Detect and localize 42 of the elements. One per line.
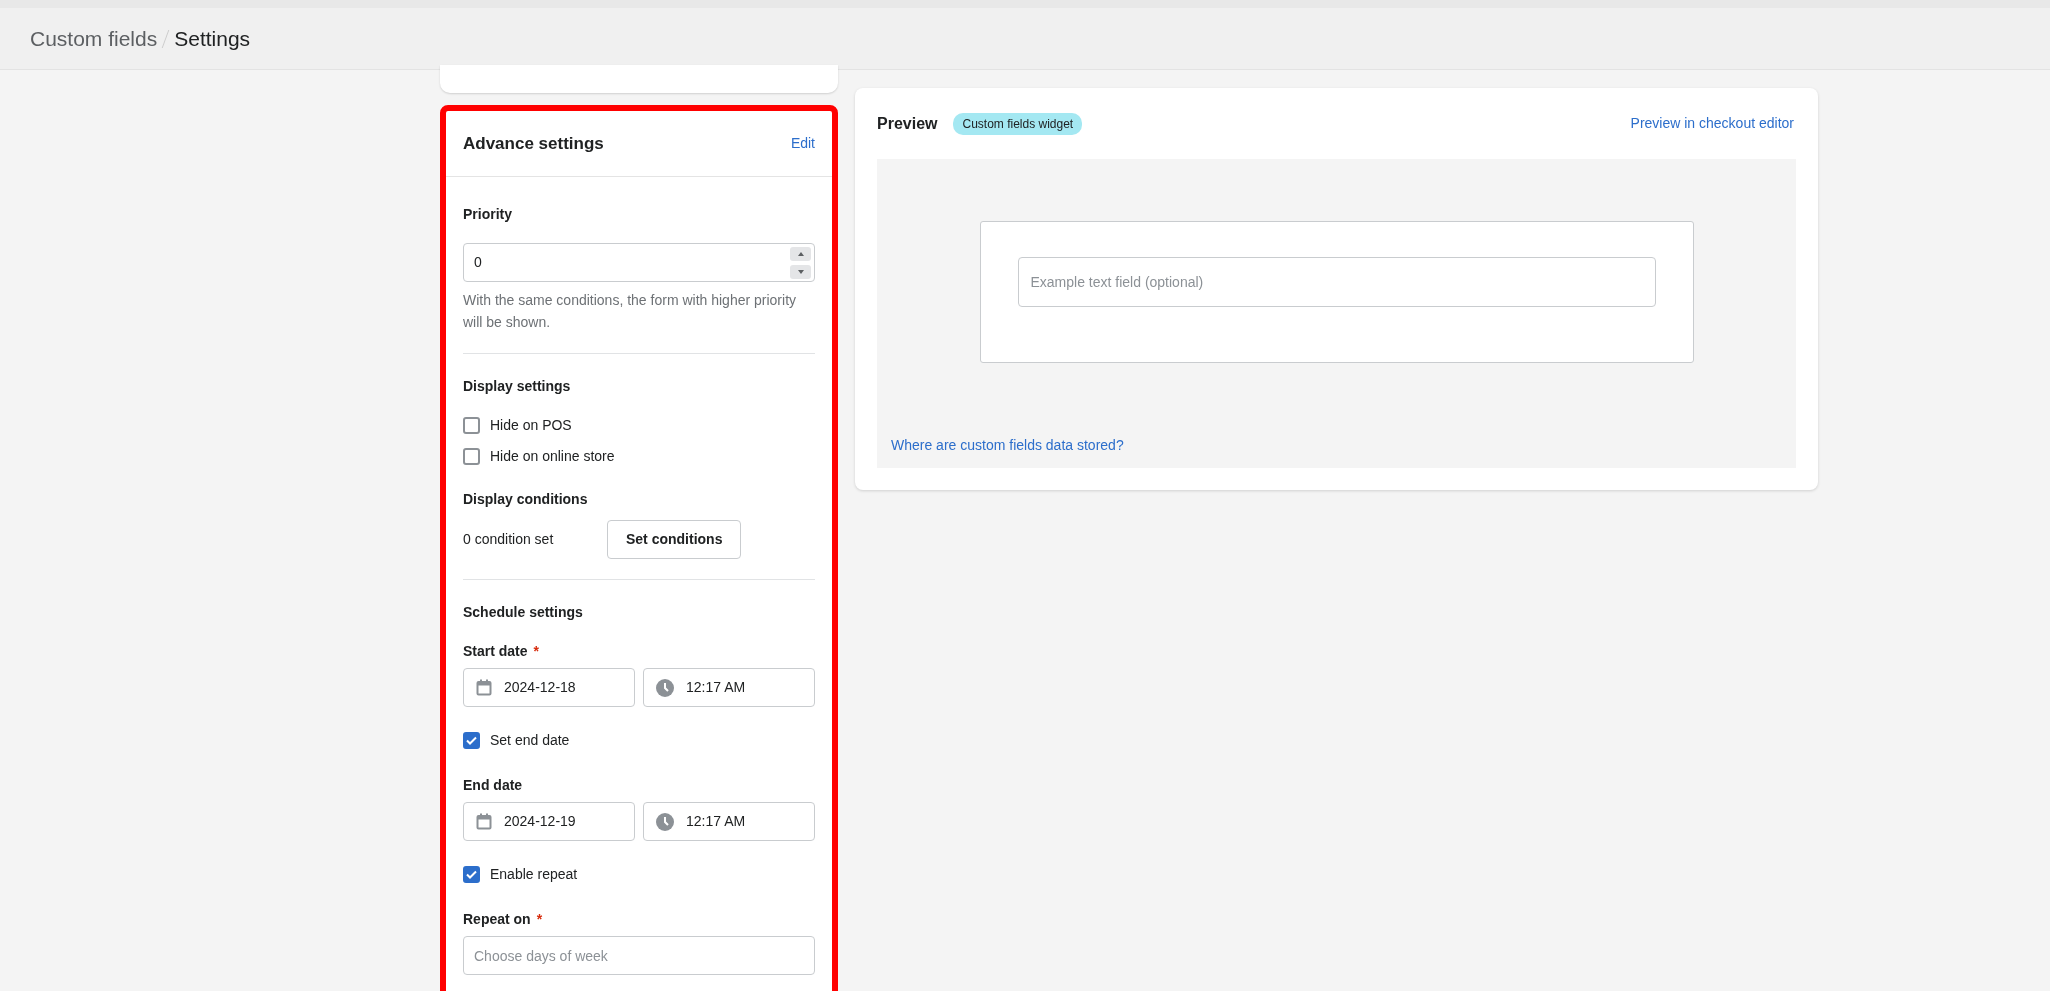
checkbox[interactable] (463, 417, 480, 435)
edit-link[interactable]: Edit (790, 133, 815, 154)
checkbox-label: Hide on online store (490, 447, 615, 467)
help-link[interactable]: Where are custom fields data stored? (891, 435, 1124, 456)
checkbox[interactable] (463, 732, 480, 750)
breadcrumb-current: Settings (174, 25, 251, 52)
card-title: Advance settings (463, 132, 604, 155)
preview-link[interactable]: Preview in checkout editor (1630, 113, 1794, 134)
section-title: Display conditions (463, 490, 589, 510)
clock-icon (656, 678, 674, 697)
date-field[interactable]: 2024-12-19 (463, 802, 635, 842)
field-label: End date (463, 776, 523, 796)
select-field[interactable]: Choose days of week (463, 936, 815, 976)
checkbox-label: Hide on POS (490, 416, 572, 436)
checkbox-label: Set end date (490, 731, 570, 751)
help-text: With the same conditions, the form with higher priority will be shown. (463, 291, 798, 332)
condition-count: 0 condition set (463, 530, 555, 550)
section-title: Priority (463, 205, 513, 224)
text-field[interactable]: Example text field (optional) (1017, 257, 1656, 307)
card-title: Preview (877, 113, 938, 134)
breadcrumb-link[interactable]: Custom fields (30, 22, 158, 55)
field-label: Start date (463, 642, 528, 662)
widget-tag: Custom fields widget (953, 112, 1083, 135)
required-mark: * (533, 642, 540, 662)
number-field[interactable]: 0 (463, 243, 815, 282)
set-conditions-button[interactable]: Set conditions (607, 520, 742, 560)
section-title: Schedule settings (463, 603, 584, 623)
required-mark: * (536, 910, 543, 930)
clock-icon (656, 812, 674, 831)
checkbox[interactable] (463, 866, 480, 884)
field-label: Repeat on (463, 910, 531, 930)
time-field[interactable]: 12:17 AM (643, 802, 815, 842)
section-title: Display settings (463, 377, 572, 397)
time-field[interactable]: 12:17 AM (643, 668, 815, 708)
checkmark-icon (466, 870, 477, 880)
checkbox[interactable] (463, 448, 480, 466)
checkbox-label: Enable repeat (490, 865, 578, 885)
calendar-icon (476, 679, 492, 697)
calendar-icon (476, 813, 492, 831)
stepper-icon[interactable] (790, 246, 811, 279)
checkmark-icon (466, 736, 477, 746)
date-field[interactable]: 2024-12-18 (463, 668, 635, 708)
